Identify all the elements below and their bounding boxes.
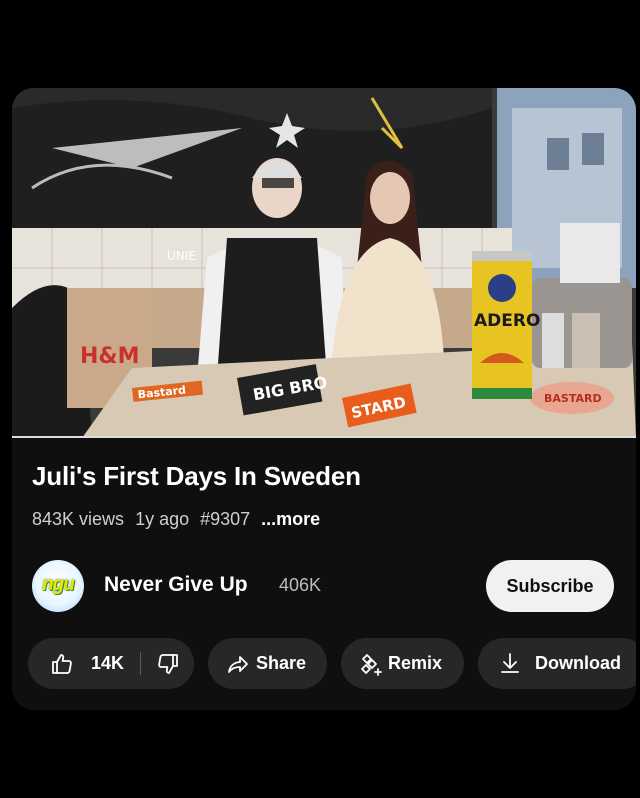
bag-logo: H&M	[80, 344, 140, 369]
channel-row: ngu Never Give Up 406K Subscribe	[32, 558, 616, 614]
remix-icon	[358, 651, 384, 677]
like-count[interactable]: 14K	[91, 653, 124, 674]
download-label: Download	[535, 653, 621, 673]
upload-age: 1y ago	[135, 509, 190, 529]
thumbs-down-icon[interactable]	[156, 652, 180, 676]
video-progress-fill	[12, 436, 636, 438]
sticker-4: BASTARD	[544, 392, 602, 405]
video-meta[interactable]: 843K views 1y ago #9307 ...more	[32, 509, 320, 530]
can-label: ADERO	[474, 311, 540, 331]
thumbs-up-icon[interactable]	[50, 652, 74, 676]
subscribe-button[interactable]: Subscribe	[486, 560, 614, 612]
avatar-logo: ngu	[42, 574, 75, 595]
subscriber-count: 406K	[279, 575, 322, 595]
action-bar: 14K Share Remix Download	[28, 638, 636, 689]
download-button[interactable]: Download	[478, 638, 636, 689]
video-card: UNIE H&M Bastard BIG BRO STARD BASTARD A…	[12, 88, 636, 710]
remix-label: Remix	[388, 653, 443, 673]
like-divider	[140, 652, 141, 675]
share-button[interactable]: Share	[208, 638, 327, 689]
share-arrow-icon	[226, 652, 250, 676]
video-thumbnail[interactable]: UNIE H&M Bastard BIG BRO STARD BASTARD A…	[12, 88, 636, 438]
channel-avatar[interactable]: ngu	[32, 560, 84, 612]
remix-button[interactable]: Remix	[341, 638, 464, 689]
view-count: 843K views	[32, 509, 125, 529]
download-icon	[498, 651, 522, 675]
more-link[interactable]: ...more	[261, 509, 320, 530]
video-title: Juli's First Days In Sweden	[32, 461, 361, 491]
wall-sign: UNIE	[167, 249, 196, 263]
like-dislike-pill: 14K	[28, 638, 194, 689]
channel-name[interactable]: Never Give Up	[104, 573, 248, 597]
share-label: Share	[256, 653, 307, 673]
hashtag[interactable]: #9307	[200, 509, 250, 530]
video-progress-bar[interactable]	[12, 436, 636, 438]
